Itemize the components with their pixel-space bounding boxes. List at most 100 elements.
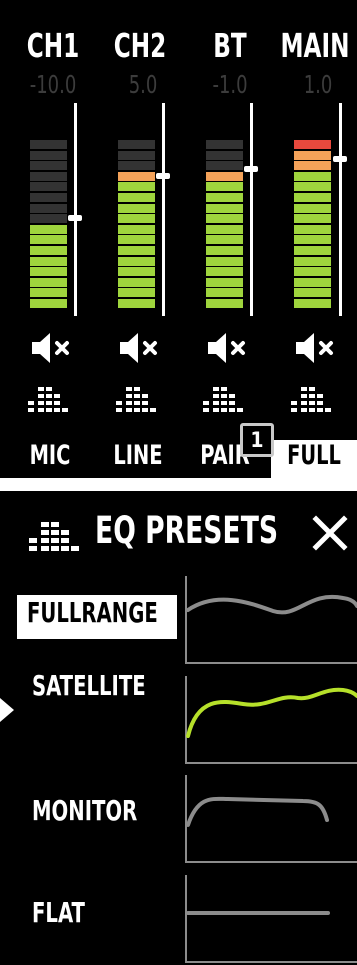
eq-bars-icon[interactable] [114, 385, 158, 415]
eq-presets-panel: EQ PRESETS FULLRANGE SATELLITE MONITOR F… [0, 491, 357, 965]
meter-segment [30, 224, 67, 234]
meter-segment [30, 246, 67, 255]
meter-segment [206, 182, 243, 192]
fader-track-main[interactable] [339, 103, 342, 316]
meter-segment [30, 288, 67, 298]
meter-segment [30, 140, 67, 149]
meter-segment [30, 235, 67, 245]
meter-segment [118, 150, 155, 160]
meter-segment [206, 256, 243, 266]
level-meter-main [294, 140, 331, 315]
meter-segment [118, 214, 155, 224]
meter-segment [206, 235, 243, 245]
eq-bars-icon[interactable] [201, 385, 245, 415]
fader-knob-main[interactable] [333, 156, 347, 162]
mixer-panel: CH1 CH2 BT MAIN -10.0 5.0 -1.0 1.0 MIC L… [0, 0, 357, 478]
channel-name-bt: BT [213, 26, 247, 65]
meter-segment [294, 277, 331, 287]
meter-segment [206, 299, 243, 308]
meter-segment [294, 224, 331, 234]
meter-segment [118, 299, 155, 308]
meter-segment [294, 182, 331, 192]
meter-segment [30, 161, 67, 171]
meter-segment [118, 246, 155, 255]
meter-segment [118, 182, 155, 192]
mode-label-main[interactable]: FULL [278, 438, 350, 474]
speaker-mute-icon[interactable] [294, 330, 338, 366]
channel-name-ch2: CH2 [113, 26, 167, 65]
meter-segment [206, 288, 243, 298]
meter-segment [294, 203, 331, 213]
meter-segment [118, 235, 155, 245]
meter-segment [118, 224, 155, 234]
close-icon[interactable] [310, 513, 350, 553]
meter-segment [206, 267, 243, 277]
speaker-mute-icon[interactable] [118, 330, 162, 366]
preset-fullrange-label[interactable]: FULLRANGE [27, 596, 158, 629]
level-meter-bt [206, 140, 243, 315]
meter-segment [294, 150, 331, 160]
meter-segment [30, 203, 67, 213]
preset-satellite-label[interactable]: SATELLITE [32, 669, 146, 702]
satellite-eq-curve[interactable] [183, 676, 357, 766]
meter-segment [118, 288, 155, 298]
meter-segment [206, 224, 243, 234]
meter-segment [206, 203, 243, 213]
meter-segment [30, 171, 67, 181]
meter-segment [118, 171, 155, 181]
fader-knob-ch2[interactable] [156, 173, 170, 179]
fader-knob-bt[interactable] [244, 166, 258, 172]
level-meter-ch2 [118, 140, 155, 315]
eq-bars-icon [29, 522, 79, 551]
meter-segment [118, 267, 155, 277]
eq-bars-icon[interactable] [289, 385, 333, 415]
meter-segment [30, 299, 67, 308]
meter-segment [30, 182, 67, 192]
meter-segment [294, 171, 331, 181]
speaker-mute-icon[interactable] [206, 330, 250, 366]
fader-track-ch1[interactable] [74, 103, 77, 316]
mode-label-ch1[interactable]: MIC [14, 438, 86, 474]
meter-segment [294, 235, 331, 245]
fader-track-ch2[interactable] [162, 103, 165, 316]
eq-bars-icon[interactable] [26, 385, 70, 415]
meter-segment [206, 171, 243, 181]
meter-segment [118, 203, 155, 213]
monitor-eq-curve[interactable] [183, 775, 357, 865]
meter-segment [206, 161, 243, 171]
meter-segment [206, 150, 243, 160]
meter-segment [30, 214, 67, 224]
level-meter-ch1 [30, 140, 67, 315]
channel-level-ch2: 5.0 [128, 70, 158, 99]
meter-segment [30, 193, 67, 202]
meter-segment [294, 193, 331, 202]
meter-segment [206, 277, 243, 287]
flat-eq-curve[interactable] [183, 875, 357, 965]
meter-segment [294, 299, 331, 308]
meter-segment [294, 246, 331, 255]
meter-segment [294, 214, 331, 224]
meter-segment [206, 193, 243, 202]
meter-segment [206, 246, 243, 255]
preset-monitor-label[interactable]: MONITOR [32, 794, 137, 827]
meter-segment [30, 277, 67, 287]
channel-name-ch1: CH1 [26, 26, 80, 65]
channel-level-ch1: -10.0 [29, 70, 77, 99]
meter-segment [30, 256, 67, 266]
meter-segment [30, 267, 67, 277]
meter-segment [118, 277, 155, 287]
speaker-mute-icon[interactable] [30, 330, 74, 366]
meter-segment [206, 214, 243, 224]
fader-track-bt[interactable] [250, 103, 253, 316]
fader-knob-ch1[interactable] [68, 215, 82, 221]
meter-segment [294, 140, 331, 149]
fullrange-eq-curve[interactable] [183, 576, 357, 666]
channel-level-bt: -1.0 [212, 70, 248, 99]
channel-level-main: 1.0 [303, 70, 333, 99]
meter-segment [206, 140, 243, 149]
meter-segment [118, 140, 155, 149]
mode-label-ch2[interactable]: LINE [102, 438, 174, 474]
preset-flat-label[interactable]: FLAT [32, 896, 85, 929]
active-preset-arrow-icon [0, 698, 14, 722]
meter-segment [30, 150, 67, 160]
